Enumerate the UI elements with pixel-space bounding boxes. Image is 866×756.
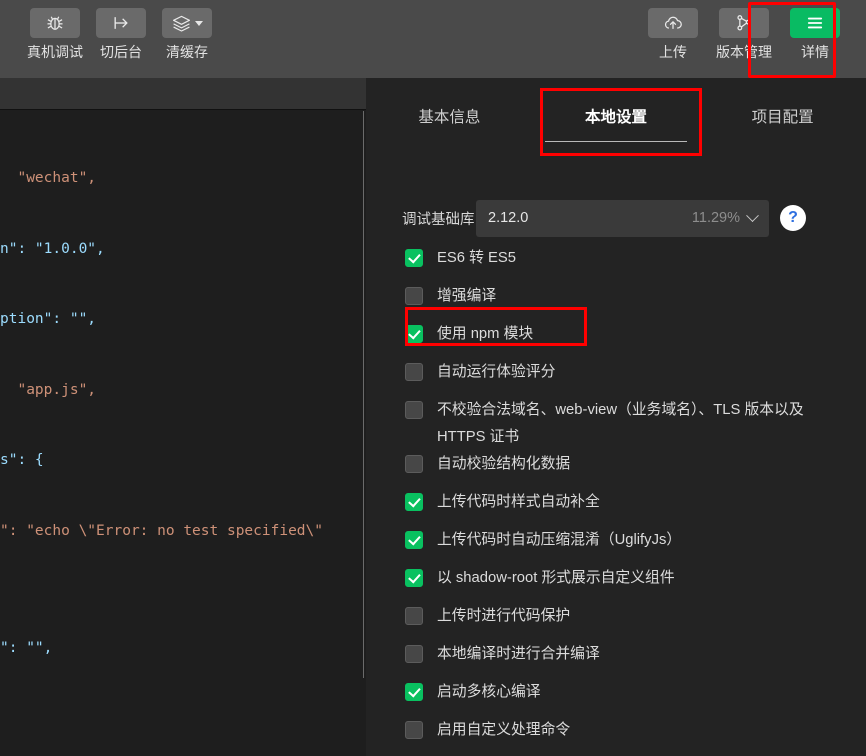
code-line: "app.js", [0, 381, 97, 398]
git-branch-icon [719, 8, 769, 38]
tab-basic-info[interactable]: 基本信息 [366, 78, 533, 154]
toolbar-button-label: 清缓存 [166, 44, 208, 60]
option-label: 启动多核心编译 [437, 684, 541, 700]
toolbar-button-details[interactable]: 详情 [782, 0, 848, 59]
details-panel: 基本信息 本地设置 项目配置 调试基础库 2.12.0 11.29% ? ES6… [366, 78, 866, 756]
option-label: 增强编译 [437, 288, 497, 304]
option-skip-domain-check[interactable]: 不校验合法域名、web-view（业务域名）、TLS 版本以及 HTTPS 证书 [366, 397, 866, 451]
toolbar-button-clear-cache[interactable]: 清缓存 [154, 0, 220, 59]
option-enhanced-compile[interactable]: 增强编译 [366, 283, 866, 321]
local-settings-options-list: ES6 转 ES5 增强编译 使用 npm 模块 自动运行体验评分 不校验合法域… [366, 245, 866, 755]
layers-icon [162, 8, 212, 38]
checkbox-icon[interactable] [405, 607, 423, 625]
option-label: 不校验合法域名、web-view（业务域名）、TLS 版本以及 HTTPS 证书 [437, 402, 804, 445]
chevron-down-icon [194, 20, 203, 26]
code-line: ": "", [0, 640, 53, 656]
option-shadow-root-custom-components[interactable]: 以 shadow-root 形式展示自定义组件 [366, 565, 866, 603]
option-use-npm-modules[interactable]: 使用 npm 模块 [366, 321, 866, 359]
checkbox-icon[interactable] [405, 455, 423, 473]
option-label: 以 shadow-root 形式展示自定义组件 [437, 570, 675, 586]
checkbox-icon[interactable] [405, 645, 423, 663]
checkbox-icon[interactable] [405, 325, 423, 343]
code-editor[interactable]: "wechat", n": "1.0.0", ption": "", "app.… [0, 111, 364, 678]
toolbar-button-label: 真机调试 [27, 44, 83, 60]
debug-base-library-label: 调试基础库 [402, 211, 475, 228]
bug-icon [30, 8, 80, 38]
option-label: 使用 npm 模块 [437, 326, 534, 342]
code-line: "wechat", [0, 170, 97, 186]
toolbar-button-real-device-debug[interactable]: 真机调试 [22, 0, 88, 59]
toolbar-right-group: 上传 版本管理 详情 [640, 0, 848, 78]
debug-base-library-select[interactable]: 2.12.0 11.29% [476, 199, 769, 237]
code-line: s": { [0, 452, 44, 468]
top-toolbar: 真机调试 切后台 清缓存 上传 版本管理 详情 [0, 0, 866, 78]
chevron-down-icon [746, 208, 759, 222]
details-tab-bar: 基本信息 本地设置 项目配置 [366, 78, 866, 154]
option-multicore-compile[interactable]: 启动多核心编译 [366, 679, 866, 717]
checkbox-icon[interactable] [405, 249, 423, 267]
checkbox-icon[interactable] [405, 363, 423, 381]
code-line: ption": "", [0, 311, 97, 327]
option-autocomplete-styles-on-upload[interactable]: 上传代码时样式自动补全 [366, 489, 866, 527]
code-line: n": "1.0.0", [0, 240, 105, 257]
option-label: 上传时进行代码保护 [437, 608, 571, 624]
checkbox-icon[interactable] [405, 493, 423, 511]
toolbar-button-upload[interactable]: 上传 [640, 0, 706, 59]
option-auto-validate-structured-data[interactable]: 自动校验结构化数据 [366, 451, 866, 489]
option-code-protection-on-upload[interactable]: 上传时进行代码保护 [366, 603, 866, 641]
debug-base-library-value: 2.12.0 [488, 210, 529, 226]
option-label: 自动运行体验评分 [437, 364, 556, 380]
debug-base-library-row: 调试基础库 2.12.0 11.29% ? [366, 196, 866, 240]
editor-divider [363, 111, 364, 678]
option-label: 上传代码时自动压缩混淆（UglifyJs） [437, 532, 682, 548]
option-label: 自动校验结构化数据 [437, 456, 571, 472]
toolbar-button-label: 上传 [659, 44, 687, 60]
cloud-upload-icon [648, 8, 698, 38]
arrow-to-right-icon [96, 8, 146, 38]
checkbox-icon[interactable] [405, 401, 423, 419]
checkbox-icon[interactable] [405, 531, 423, 549]
hamburger-menu-icon [790, 8, 840, 38]
option-auto-run-experience-score[interactable]: 自动运行体验评分 [366, 359, 866, 397]
option-label: 启用自定义处理命令 [437, 722, 571, 738]
toolbar-left-group: 真机调试 切后台 清缓存 [22, 0, 220, 78]
debug-base-library-percent: 11.29% [691, 210, 740, 226]
option-uglify-on-upload[interactable]: 上传代码时自动压缩混淆（UglifyJs） [366, 527, 866, 565]
toolbar-button-label: 版本管理 [716, 44, 772, 60]
checkbox-icon[interactable] [405, 569, 423, 587]
app-window: 真机调试 切后台 清缓存 上传 版本管理 详情 "wechat", n": "1… [0, 0, 866, 756]
checkbox-icon[interactable] [405, 287, 423, 305]
help-icon[interactable]: ? [780, 205, 806, 231]
code-line: ": "echo \"Error: no test specified\" [0, 522, 324, 539]
toolbar-button-switch-background[interactable]: 切后台 [88, 0, 154, 59]
toolbar-button-label: 详情 [801, 44, 829, 60]
option-label: ES6 转 ES5 [437, 250, 516, 266]
tab-local-settings[interactable]: 本地设置 [533, 78, 700, 154]
tab-project-config[interactable]: 项目配置 [699, 78, 866, 154]
toolbar-button-version-management[interactable]: 版本管理 [706, 0, 782, 59]
editor-tab-bar[interactable] [0, 78, 366, 110]
option-es6-to-es5[interactable]: ES6 转 ES5 [366, 245, 866, 283]
option-label: 上传代码时样式自动补全 [437, 494, 600, 510]
checkbox-icon[interactable] [405, 683, 423, 701]
editor-pane: "wechat", n": "1.0.0", ption": "", "app.… [0, 78, 366, 756]
option-label: 本地编译时进行合并编译 [437, 646, 600, 662]
option-merge-compile-local[interactable]: 本地编译时进行合并编译 [366, 641, 866, 679]
toolbar-button-label: 切后台 [100, 44, 142, 60]
checkbox-icon[interactable] [405, 721, 423, 739]
option-custom-process-command[interactable]: 启用自定义处理命令 [366, 717, 866, 755]
